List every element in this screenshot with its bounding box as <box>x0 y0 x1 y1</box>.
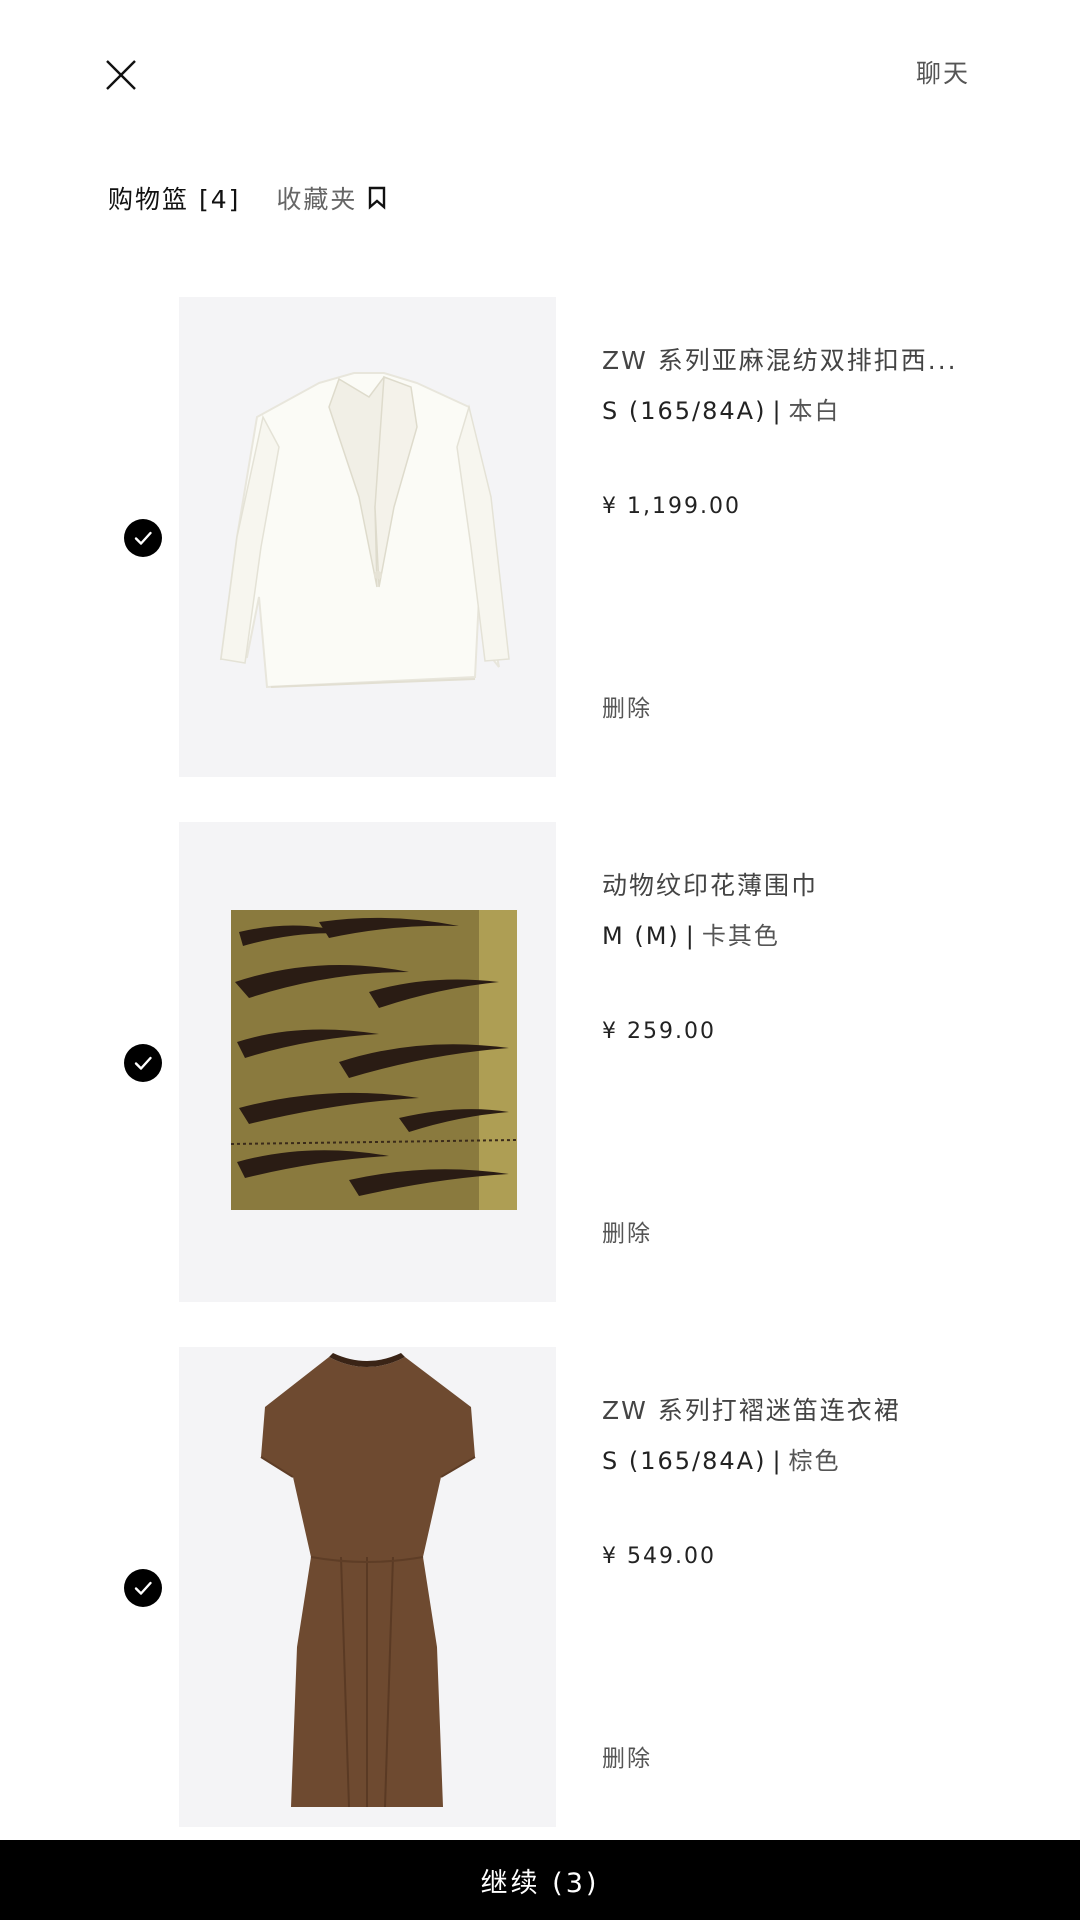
item-price: ¥ 1,199.00 <box>602 494 741 519</box>
tab-favorites-label: 收藏夹 <box>276 185 358 214</box>
tab-cart[interactable]: 购物篮 [4] <box>108 180 240 216</box>
cart-tabs: 购物篮 [4] 收藏夹 <box>108 180 387 216</box>
checkmark-icon <box>134 1581 152 1595</box>
variant-separator: | <box>685 922 696 950</box>
item-color: 卡其色 <box>701 922 780 950</box>
item-color: 棕色 <box>788 1447 841 1475</box>
scarf-image <box>179 822 556 1302</box>
cart-item: 动物纹印花薄围巾 M (M) | 卡其色 ¥ 259.00 删除 <box>0 822 1080 1302</box>
item-size: S (165/84A) <box>602 397 767 425</box>
item-variant: S (165/84A) | 棕色 <box>602 1441 992 1476</box>
close-button[interactable] <box>100 54 142 96</box>
bookmark-icon <box>369 186 386 210</box>
item-size: S (165/84A) <box>602 1447 767 1475</box>
delete-button[interactable]: 删除 <box>602 1214 652 1248</box>
item-color: 本白 <box>788 397 841 425</box>
item-select-checkbox[interactable] <box>124 519 162 557</box>
item-price: ¥ 549.00 <box>602 1544 716 1569</box>
blazer-image <box>179 297 556 777</box>
chat-link[interactable]: 聊天 <box>916 54 970 90</box>
variant-separator: | <box>772 397 783 425</box>
item-size: M (M) <box>602 922 680 950</box>
checkmark-icon <box>134 1056 152 1070</box>
item-info: ZW 系列打褶迷笛连衣裙 S (165/84A) | 棕色 ¥ 549.00 <box>602 1391 992 1569</box>
delete-button[interactable]: 删除 <box>602 1739 652 1773</box>
delete-button[interactable]: 删除 <box>602 689 652 723</box>
product-image[interactable] <box>179 822 556 1302</box>
close-icon <box>106 60 136 90</box>
item-variant: S (165/84A) | 本白 <box>602 391 992 426</box>
cart-page: 聊天 购物篮 [4] 收藏夹 ZW 系列亚麻混纺双排扣西... S (165/8… <box>0 0 1080 1920</box>
item-info: ZW 系列亚麻混纺双排扣西... S (165/84A) | 本白 ¥ 1,199.… <box>602 341 992 519</box>
cart-item: ZW 系列亚麻混纺双排扣西... S (165/84A) | 本白 ¥ 1,199.… <box>0 297 1080 777</box>
continue-button[interactable]: 继续 (3) <box>0 1840 1080 1920</box>
item-info: 动物纹印花薄围巾 M (M) | 卡其色 ¥ 259.00 <box>602 866 992 1044</box>
item-name[interactable]: ZW 系列打褶迷笛连衣裙 <box>602 1391 972 1427</box>
item-variant: M (M) | 卡其色 <box>602 916 992 951</box>
item-select-checkbox[interactable] <box>124 1044 162 1082</box>
item-name[interactable]: 动物纹印花薄围巾 <box>602 866 972 902</box>
tab-favorites[interactable]: 收藏夹 <box>276 180 387 216</box>
product-image[interactable] <box>179 297 556 777</box>
variant-separator: | <box>772 1447 783 1475</box>
cart-item: ZW 系列打褶迷笛连衣裙 S (165/84A) | 棕色 ¥ 549.00 删除 <box>0 1347 1080 1827</box>
item-price: ¥ 259.00 <box>602 1019 716 1044</box>
item-select-checkbox[interactable] <box>124 1569 162 1607</box>
checkmark-icon <box>134 531 152 545</box>
product-image[interactable] <box>179 1347 556 1827</box>
dress-image <box>179 1347 556 1827</box>
item-name[interactable]: ZW 系列亚麻混纺双排扣西... <box>602 341 972 377</box>
